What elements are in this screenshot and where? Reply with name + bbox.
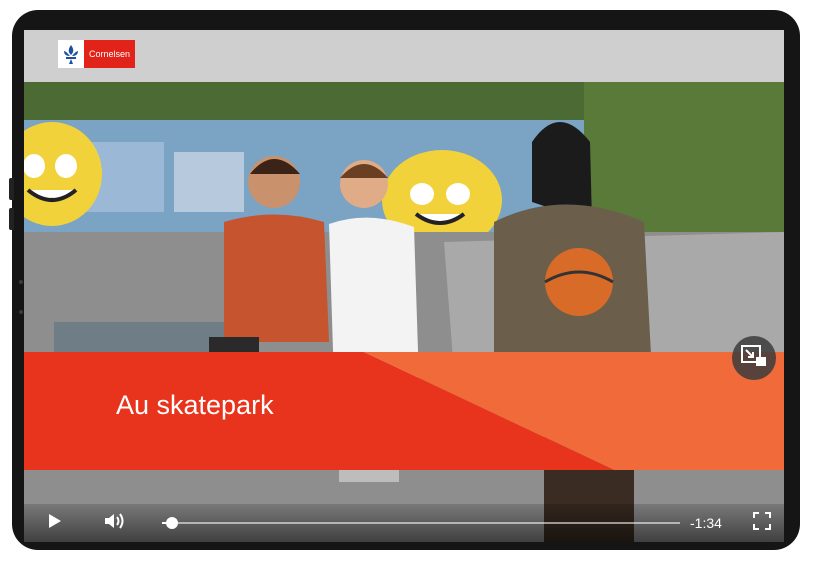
player-top-bar: Cornelsen xyxy=(24,30,784,82)
time-remaining: -1:34 xyxy=(690,515,722,531)
control-bar: -1:34 xyxy=(24,504,784,542)
pip-button[interactable] xyxy=(732,336,776,380)
sensor-dot xyxy=(19,310,23,314)
picture-in-picture-icon xyxy=(741,344,767,372)
play-button[interactable] xyxy=(44,512,66,534)
progress-bar[interactable] xyxy=(162,517,680,529)
fleur-de-lis-icon xyxy=(58,40,84,68)
brand-logo: Cornelsen xyxy=(58,40,136,68)
video-title: Au skatepark xyxy=(116,390,274,420)
video-frame xyxy=(24,82,784,542)
progress-thumb[interactable] xyxy=(166,517,179,529)
volume-up-side-button xyxy=(9,178,14,200)
play-icon xyxy=(48,513,62,534)
camera-dot xyxy=(19,280,23,284)
volume-icon xyxy=(104,512,126,535)
volume-down-side-button xyxy=(9,208,14,230)
brand-wordmark: Cornelsen xyxy=(84,40,136,68)
video-player[interactable]: Cornelsen Au skatepark -1:34 xyxy=(24,30,784,542)
fullscreen-button[interactable] xyxy=(751,511,773,535)
fullscreen-icon xyxy=(753,511,771,535)
volume-button[interactable] xyxy=(102,512,128,534)
